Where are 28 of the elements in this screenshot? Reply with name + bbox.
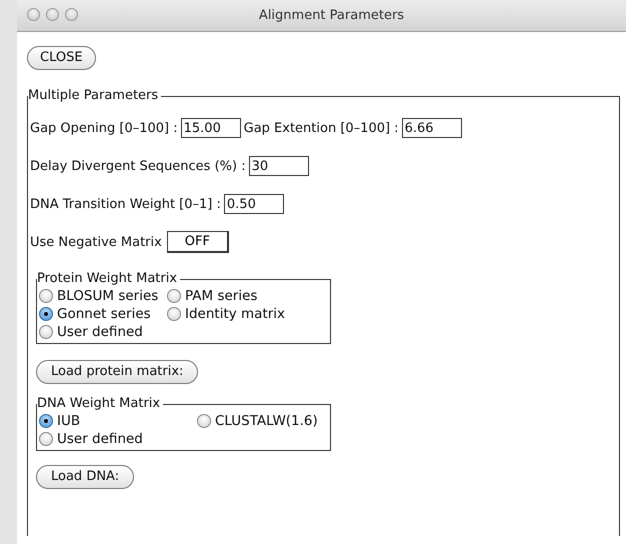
window-title: Alignment Parameters [258, 8, 404, 23]
field-label: Gap Extention [0–100] : [244, 120, 399, 136]
radio-option[interactable]: Identity matrix [167, 305, 330, 323]
group-legend: Multiple Parameters [28, 88, 162, 104]
toggle-label: Use Negative Matrix [30, 234, 162, 250]
field-label: DNA Transition Weight [0–1] : [30, 196, 221, 212]
input-field[interactable]: 30 [248, 156, 309, 176]
radio-option[interactable]: PAM series [167, 287, 330, 305]
close-window-icon[interactable] [27, 8, 40, 21]
field-label: Delay Divergent Sequences (%) : [30, 158, 246, 174]
load-dna-button[interactable]: Load DNA: [36, 465, 134, 489]
zoom-window-icon[interactable] [65, 8, 78, 21]
minimize-window-icon[interactable] [46, 8, 59, 21]
input-field[interactable]: 15.00 [180, 118, 241, 138]
input-field[interactable]: 6.66 [402, 118, 462, 138]
radio-option[interactable]: IUB [39, 412, 197, 430]
group-legend: Protein Weight Matrix [37, 271, 180, 287]
radio-option[interactable]: User defined [39, 323, 167, 341]
close-button[interactable]: CLOSE [27, 46, 96, 70]
input-field[interactable]: 0.50 [224, 194, 284, 214]
radio-option[interactable]: User defined [39, 430, 197, 448]
radio-option[interactable]: Gonnet series [39, 305, 167, 323]
group-legend: DNA Weight Matrix [37, 396, 164, 412]
toggle-button[interactable]: OFF [166, 231, 229, 253]
radio-option[interactable]: CLUSTALW(1.6) [197, 412, 330, 430]
field-label: Gap Opening [0–100] : [30, 120, 178, 136]
load-protein-button[interactable]: Load protein matrix: [36, 360, 198, 384]
radio-option[interactable]: BLOSUM series [39, 287, 167, 305]
